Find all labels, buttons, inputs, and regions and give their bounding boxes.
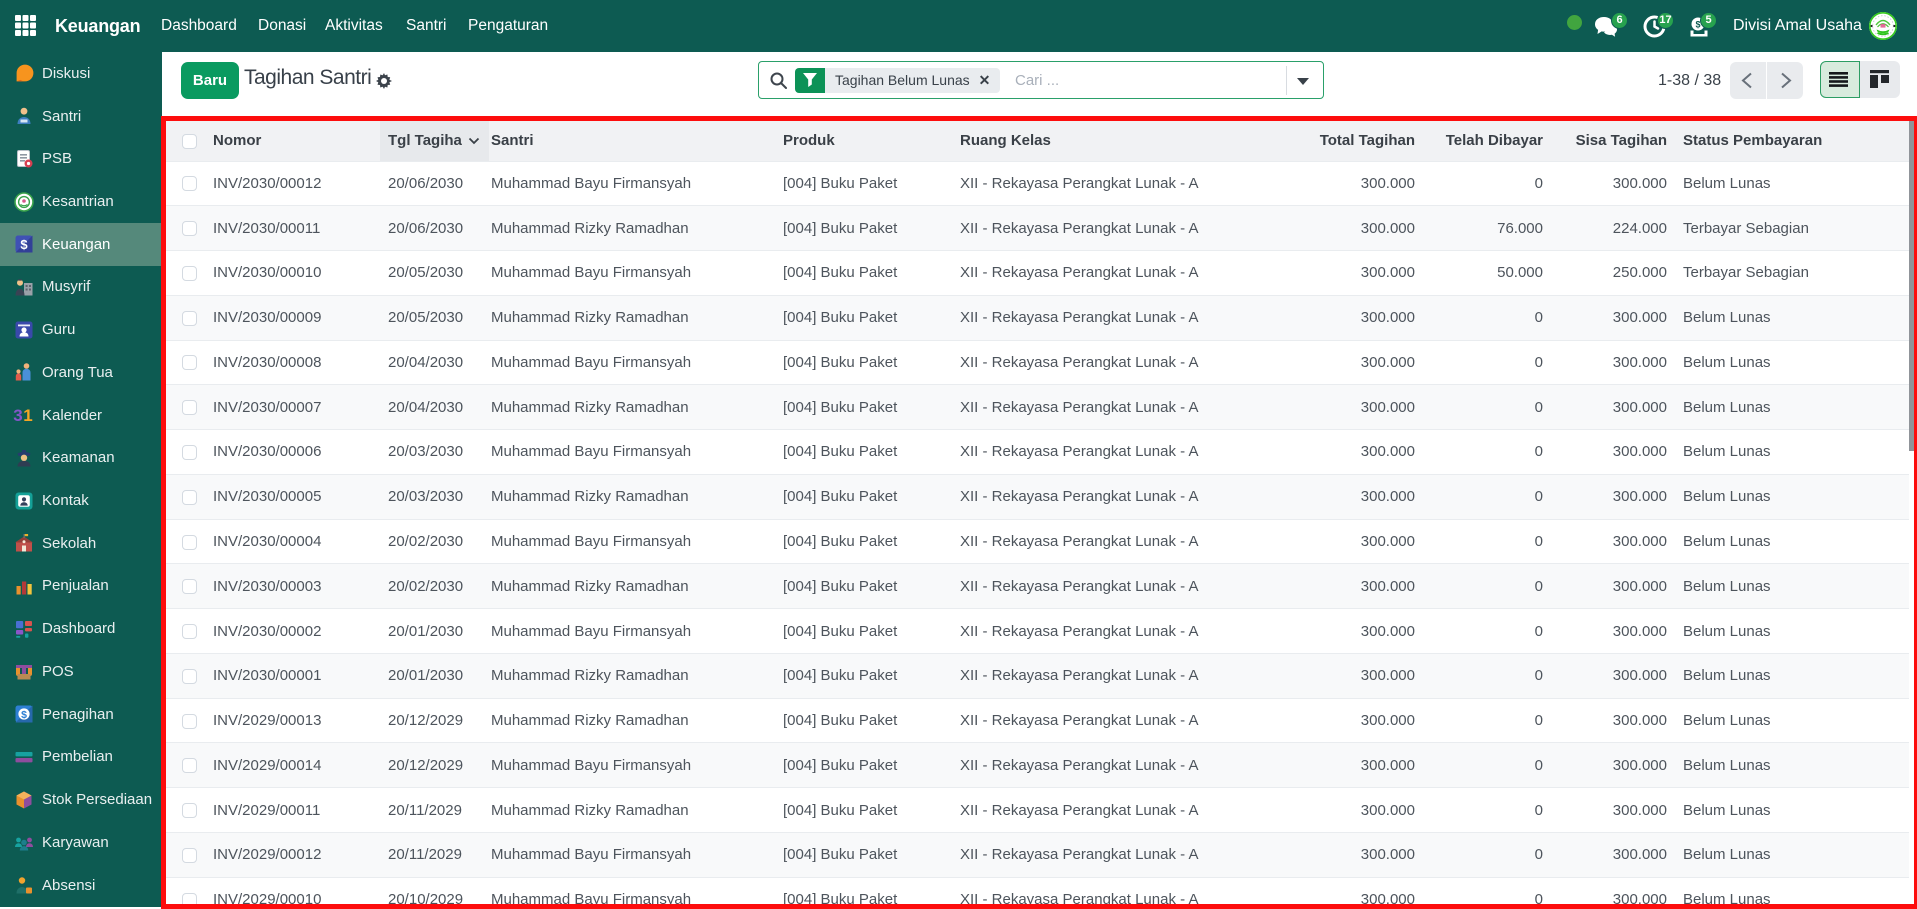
svg-text:1: 1 bbox=[23, 406, 32, 425]
svg-text:$: $ bbox=[21, 709, 27, 721]
svg-text:$: $ bbox=[20, 237, 28, 252]
svg-text:3: 3 bbox=[13, 406, 22, 425]
